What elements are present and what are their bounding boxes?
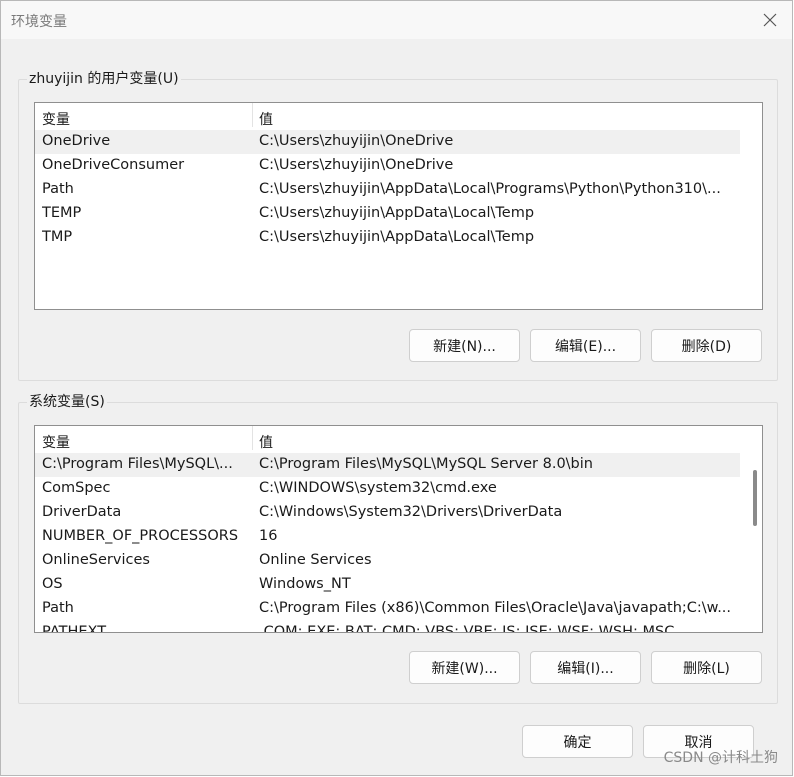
watermark: CSDN @计科土狗 — [663, 750, 778, 766]
variable-name: TMP — [42, 229, 73, 245]
vertical-scrollbar[interactable] — [752, 448, 758, 624]
table-row[interactable]: Path C:\Program Files (x86)\Common Files… — [35, 597, 762, 621]
variable-name: OS — [42, 576, 63, 592]
table-row[interactable]: ComSpec C:\WINDOWS\system32\cmd.exe — [35, 477, 762, 501]
list-header: 变量 值 — [35, 426, 762, 452]
variable-value: C:\Program Files\MySQL\MySQL Server 8.0\… — [259, 456, 593, 472]
variable-value: C:\WINDOWS\system32\cmd.exe — [259, 480, 497, 496]
table-row[interactable]: PATHEXT .COM;.EXE;.BAT;.CMD;.VBS;.VBE;.J… — [35, 621, 762, 633]
table-row[interactable]: Path C:\Users\zhuyijin\AppData\Local\Pro… — [35, 178, 762, 202]
user-variables-label: zhuyijin 的用户变量(U) — [27, 68, 181, 88]
user-delete-button[interactable]: 删除(D) — [651, 329, 762, 362]
variable-value: C:\Users\zhuyijin\AppData\Local\Temp — [259, 205, 535, 221]
column-separator[interactable] — [252, 103, 253, 127]
variable-name: Path — [42, 600, 74, 616]
variable-name: NUMBER_OF_PROCESSORS — [42, 528, 239, 544]
variable-value: .COM;.EXE;.BAT;.CMD;.VBS;.VBE;.JS;.JSE;.… — [259, 624, 675, 633]
table-row[interactable]: OnlineServices Online Services — [35, 549, 762, 573]
variable-value: Online Services — [259, 552, 372, 568]
user-new-button[interactable]: 新建(N)... — [409, 329, 520, 362]
variable-name: OnlineServices — [42, 552, 150, 568]
system-variables-group: 系统变量(S) 变量 值 C:\Program Files\MySQL\... … — [18, 391, 778, 704]
variable-value: C:\Windows\System32\Drivers\DriverData — [259, 504, 563, 520]
column-header-variable[interactable]: 变量 — [42, 109, 70, 129]
env-vars-dialog: 环境变量 zhuyijin 的用户变量(U) 变量 值 OneDrive C:\… — [0, 0, 793, 776]
system-variables-list[interactable]: 变量 值 C:\Program Files\MySQL\... C:\Progr… — [34, 425, 763, 633]
close-icon — [763, 13, 777, 27]
table-row[interactable]: DriverData C:\Windows\System32\Drivers\D… — [35, 501, 762, 525]
table-row[interactable]: OneDrive C:\Users\zhuyijin\OneDrive — [35, 130, 740, 154]
variable-value: C:\Users\zhuyijin\AppData\Local\Programs… — [259, 181, 721, 197]
scrollbar-thumb[interactable] — [753, 470, 757, 526]
system-edit-button[interactable]: 编辑(I)... — [530, 651, 641, 684]
table-row[interactable]: NUMBER_OF_PROCESSORS 16 — [35, 525, 762, 549]
title-bar: 环境变量 — [1, 1, 792, 39]
system-delete-button[interactable]: 删除(L) — [651, 651, 762, 684]
window-title: 环境变量 — [11, 14, 67, 30]
table-row[interactable]: TEMP C:\Users\zhuyijin\AppData\Local\Tem… — [35, 202, 762, 226]
variable-value: 16 — [259, 528, 278, 544]
user-variables-rows: OneDrive C:\Users\zhuyijin\OneDrive OneD… — [35, 130, 762, 250]
system-variables-rows: C:\Program Files\MySQL\... C:\Program Fi… — [35, 453, 762, 633]
variable-name: TEMP — [42, 205, 82, 221]
system-new-button[interactable]: 新建(W)... — [409, 651, 520, 684]
variable-value: C:\Users\zhuyijin\AppData\Local\Temp — [259, 229, 535, 245]
table-row[interactable]: OneDriveConsumer C:\Users\zhuyijin\OneDr… — [35, 154, 762, 178]
column-separator[interactable] — [252, 426, 253, 450]
user-variables-group: zhuyijin 的用户变量(U) 变量 值 OneDrive C:\Users… — [18, 68, 778, 381]
column-header-value[interactable]: 值 — [259, 109, 273, 129]
variable-value: C:\Users\zhuyijin\OneDrive — [259, 157, 454, 173]
variable-name: Path — [42, 181, 74, 197]
user-edit-button[interactable]: 编辑(E)... — [530, 329, 641, 362]
variable-value: Windows_NT — [259, 576, 351, 592]
system-variables-label: 系统变量(S) — [27, 391, 107, 411]
column-header-variable[interactable]: 变量 — [42, 432, 70, 452]
table-row[interactable]: C:\Program Files\MySQL\... C:\Program Fi… — [35, 453, 740, 477]
user-variables-list[interactable]: 变量 值 OneDrive C:\Users\zhuyijin\OneDrive… — [34, 102, 763, 310]
variable-name: C:\Program Files\MySQL\... — [42, 456, 233, 472]
variable-value: C:\Program Files (x86)\Common Files\Orac… — [259, 600, 732, 616]
close-button[interactable] — [756, 6, 784, 34]
list-header: 变量 值 — [35, 103, 762, 129]
ok-button[interactable]: 确定 — [522, 725, 633, 758]
variable-value: C:\Users\zhuyijin\OneDrive — [259, 133, 454, 149]
variable-name: ComSpec — [42, 480, 111, 496]
variable-name: DriverData — [42, 504, 122, 520]
variable-name: PATHEXT — [42, 624, 107, 633]
column-header-value[interactable]: 值 — [259, 432, 273, 452]
variable-name: OneDrive — [42, 133, 111, 149]
variable-name: OneDriveConsumer — [42, 157, 185, 173]
table-row[interactable]: OS Windows_NT — [35, 573, 762, 597]
table-row[interactable]: TMP C:\Users\zhuyijin\AppData\Local\Temp — [35, 226, 762, 250]
